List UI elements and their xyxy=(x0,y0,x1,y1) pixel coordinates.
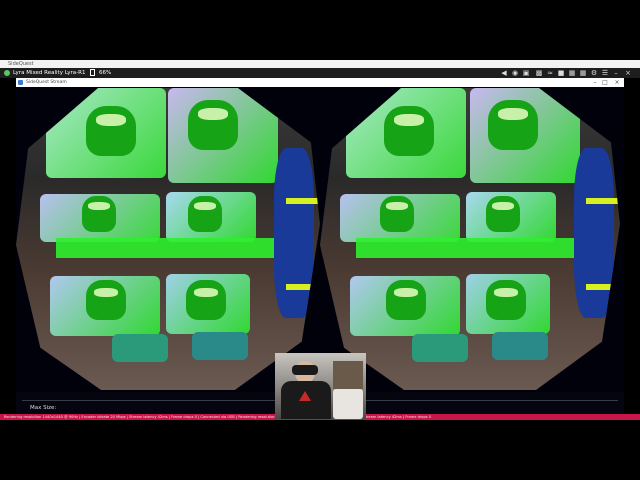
stream-app-icon xyxy=(18,80,23,85)
device-label: Lyra Mixed Reality Lyra-R1 66% xyxy=(13,68,111,78)
outer-window-title: SideQuest xyxy=(8,61,34,67)
stream-window-title: SideQuest Stream xyxy=(26,80,67,85)
stream-close-button[interactable]: × xyxy=(612,78,622,87)
wifi-icon[interactable]: ≈ xyxy=(546,69,554,77)
stream-titlebar xyxy=(16,78,624,87)
apps-icon[interactable]: ▦ xyxy=(568,69,576,77)
minimize-icon[interactable]: – xyxy=(612,69,620,77)
connection-status-icon xyxy=(4,70,10,76)
browser-icon[interactable]: ◉ xyxy=(511,69,519,77)
webcam-chair xyxy=(333,389,363,419)
webcam-shelf xyxy=(333,361,363,389)
device-name: Lyra Mixed Reality Lyra-R1 xyxy=(13,70,86,76)
menu-icon[interactable]: ☰ xyxy=(601,69,609,77)
monitor-icon[interactable]: ▣ xyxy=(522,69,530,77)
close-icon[interactable]: × xyxy=(624,69,632,77)
right-eye-view xyxy=(320,88,620,390)
stream-maximize-button[interactable]: □ xyxy=(600,78,610,87)
back-icon[interactable]: ◀ xyxy=(500,69,508,77)
webcam-overlay xyxy=(275,353,366,419)
settings-icon[interactable]: ⚙ xyxy=(590,69,598,77)
ticker-text: Rendering resolution 1440x1440 @ 90Hz | … xyxy=(4,415,432,419)
max-size-label: Max Size: xyxy=(30,405,57,411)
left-eye-view xyxy=(16,88,320,390)
webcam-headset xyxy=(292,365,318,375)
grid-icon[interactable]: ▦ xyxy=(579,69,587,77)
stream-minimize-button[interactable]: – xyxy=(590,78,600,87)
screenshot-icon[interactable]: ▩ xyxy=(535,69,543,77)
battery-icon xyxy=(90,69,96,76)
folder-icon[interactable]: ■ xyxy=(557,69,565,77)
outer-titlebar xyxy=(0,60,640,68)
battery-level: 66% xyxy=(98,70,112,76)
